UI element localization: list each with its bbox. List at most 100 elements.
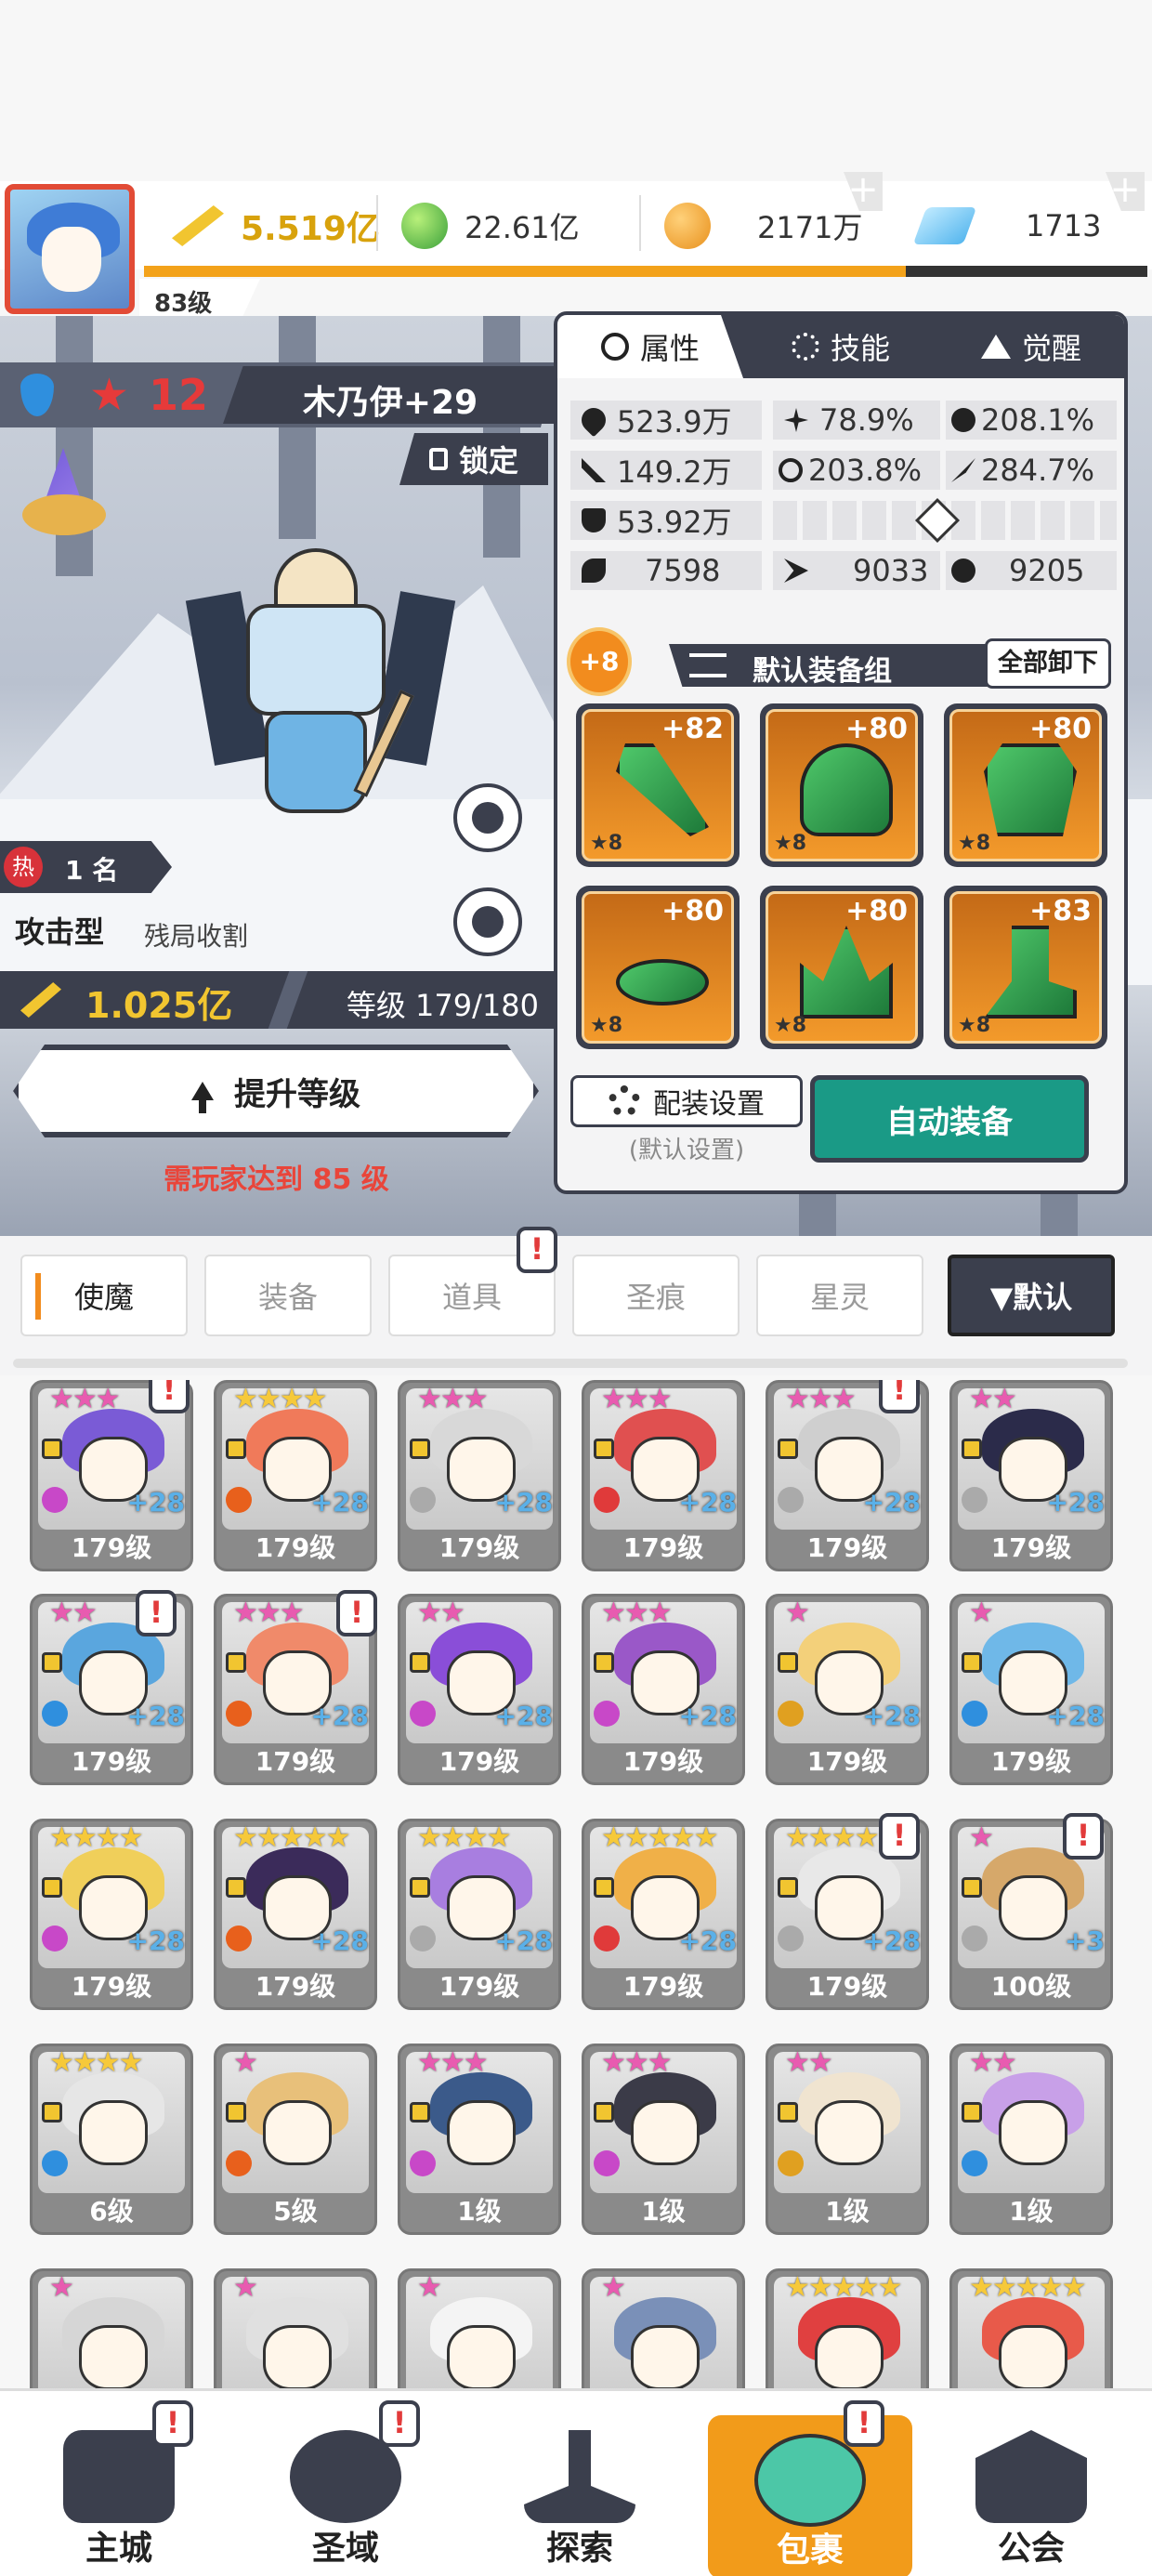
- portrait-face: [631, 2325, 700, 2388]
- familiar-stars: ★: [785, 1597, 810, 1629]
- scroll-indicator[interactable]: [13, 1359, 1128, 1368]
- loadout-settings-button[interactable]: 配装设置 (默认设置): [570, 1075, 803, 1168]
- familiar-plus: +28: [678, 1925, 737, 1956]
- familiar-stars: ★★★: [601, 2046, 673, 2079]
- upgrade-level-button[interactable]: 提升等级: [13, 1045, 539, 1137]
- familiar-card[interactable]: ★: [398, 2268, 561, 2388]
- familiar-card[interactable]: ★ +28 179级: [949, 1594, 1113, 1785]
- sort-dropdown[interactable]: ▼默认: [948, 1255, 1115, 1336]
- familiar-plus: +28: [126, 1925, 185, 1956]
- familiar-card[interactable]: ★★★ 1级: [398, 2044, 561, 2235]
- familiar-card[interactable]: ★★★★★: [949, 2268, 1113, 2388]
- hero-rank-tag[interactable]: 热 1 名: [0, 841, 172, 893]
- hero-character: [185, 548, 456, 846]
- familiar-stars: ★★★★★: [601, 1821, 718, 1854]
- upgrade-label: 提升等级: [234, 1075, 360, 1113]
- element-icon: [42, 1701, 68, 1727]
- familiar-card[interactable]: ★★★★ +28 179级: [30, 1819, 193, 2010]
- familiar-card[interactable]: ★★★ +28 179级: [582, 1380, 745, 1571]
- familiar-card[interactable]: ★★★ +28 179级: [398, 1380, 561, 1571]
- gear-plus: +80: [1029, 713, 1092, 745]
- familiar-stars: ★★★: [233, 1597, 305, 1629]
- familiar-card[interactable]: ★★★★★ +28 179级: [582, 1819, 745, 2010]
- familiar-card[interactable]: ★★ +28 179级: [398, 1594, 561, 1785]
- familiar-card[interactable]: ★★ 1级: [949, 2044, 1113, 2235]
- lock-icon: [42, 1439, 62, 1459]
- crit-damage-icon: [951, 408, 975, 432]
- gold-resource: 2171万: [664, 198, 862, 254]
- familiar-card[interactable]: ★ +28 179级: [766, 1594, 929, 1785]
- lock-icon: [778, 1439, 798, 1459]
- lock-icon: [962, 1439, 982, 1459]
- familiar-card[interactable]: ★★★★★ +28 179级: [214, 1819, 377, 2010]
- tab-star-spirit[interactable]: 星灵: [756, 1255, 923, 1336]
- familiar-stars: ★★★: [601, 1597, 673, 1629]
- unload-all-button[interactable]: 全部卸下: [985, 638, 1111, 689]
- stat-attack: 149.2万: [570, 451, 762, 490]
- hero-star-count: 12: [149, 370, 209, 420]
- gear-slot-armor[interactable]: +80 ★8: [944, 703, 1107, 867]
- familiar-card[interactable]: ★★★★ +28 179级: [214, 1380, 377, 1571]
- familiar-stars: ★★: [417, 1597, 465, 1629]
- stat-value: 149.2万: [617, 454, 732, 490]
- lock-icon: [410, 1652, 430, 1673]
- hero-preview-button[interactable]: [453, 783, 522, 852]
- hat-badge[interactable]: [11, 448, 113, 541]
- equip-group-selector[interactable]: 默认装备组: [669, 644, 1003, 687]
- nav-guild[interactable]: 公会: [929, 2391, 1133, 2576]
- familiar-card[interactable]: ★: [582, 2268, 745, 2388]
- auto-equip-button[interactable]: 自动装备: [810, 1075, 1089, 1163]
- gear-slot-necklace[interactable]: +80 ★8: [576, 886, 740, 1049]
- lock-button[interactable]: 锁定: [399, 433, 548, 485]
- tab-attributes[interactable]: 属性: [557, 315, 743, 378]
- stat-extra-3: 9205: [946, 551, 1117, 590]
- stat-extra-2: 9033: [773, 551, 940, 590]
- gear-slot-boots[interactable]: +83 ★8: [944, 886, 1107, 1049]
- nav-explore[interactable]: 探索: [478, 2391, 682, 2576]
- familiar-stars: ★★★: [417, 1383, 489, 1415]
- familiar-card[interactable]: ★★★ +28 179级: [582, 1594, 745, 1785]
- familiar-stars: ★★★★: [233, 1383, 328, 1415]
- spiral-icon: [951, 559, 975, 583]
- familiar-stars: ★: [233, 2271, 258, 2304]
- add-crystal-button[interactable]: +: [1106, 172, 1145, 211]
- gear-slot-helmet[interactable]: +80 ★8: [760, 703, 923, 867]
- equip-bonus-badge[interactable]: +8: [567, 627, 632, 696]
- tab-equipment[interactable]: 装备: [204, 1255, 372, 1336]
- tab-familiar[interactable]: 使魔: [20, 1255, 188, 1336]
- familiar-card[interactable]: ★★★★ +28 179级: [398, 1819, 561, 2010]
- element-icon: [594, 1487, 620, 1513]
- familiar-card[interactable]: ★: [214, 2268, 377, 2388]
- familiar-level: 179级: [990, 1532, 1072, 1563]
- familiar-card[interactable]: ★★ 1级: [766, 2044, 929, 2235]
- gear-slot-weapon[interactable]: +82 ★8: [576, 703, 740, 867]
- hero-switch-button[interactable]: [453, 887, 522, 956]
- nav-bag[interactable]: ! 包裹: [708, 2400, 912, 2576]
- tab-stigmata[interactable]: 圣痕: [572, 1255, 740, 1336]
- nav-label: 包裹: [776, 2531, 844, 2569]
- player-level: 83级: [154, 290, 213, 318]
- crit-icon: [784, 408, 808, 432]
- gear-slot-crown[interactable]: +80 ★8: [760, 886, 923, 1049]
- category-tabs: 使魔 装备 道具 圣痕 星灵 ▼默认 !: [0, 1227, 1152, 1375]
- sword-icon: [582, 458, 606, 482]
- familiar-card[interactable]: ★★★ 1级: [582, 2044, 745, 2235]
- nav-sanctuary[interactable]: ! 圣域: [243, 2391, 448, 2576]
- tab-skills[interactable]: 技能: [748, 315, 934, 378]
- familiar-stars: ★★★★: [417, 1821, 512, 1854]
- familiar-card[interactable]: ★★★★ 6级: [30, 2044, 193, 2235]
- stat-crit: 78.9%: [773, 401, 940, 440]
- player-avatar[interactable]: [5, 184, 135, 314]
- gear-star: ★8: [958, 832, 991, 855]
- nav-main-city[interactable]: ! 主城: [17, 2391, 221, 2576]
- familiar-card[interactable]: ★★ +28 179级: [949, 1380, 1113, 1571]
- familiar-card[interactable]: ★ 5级: [214, 2044, 377, 2235]
- portrait-face: [815, 2100, 884, 2165]
- familiar-card[interactable]: ★: [30, 2268, 193, 2388]
- tab-awaken[interactable]: 觉醒: [938, 315, 1124, 378]
- exclamation-icon: !: [517, 1227, 557, 1273]
- element-icon: [410, 2150, 436, 2176]
- level-requirement: 需玩家达到 85 级: [164, 1163, 389, 1196]
- familiar-level: 179级: [622, 1746, 704, 1777]
- familiar-card[interactable]: ★★★★★: [766, 2268, 929, 2388]
